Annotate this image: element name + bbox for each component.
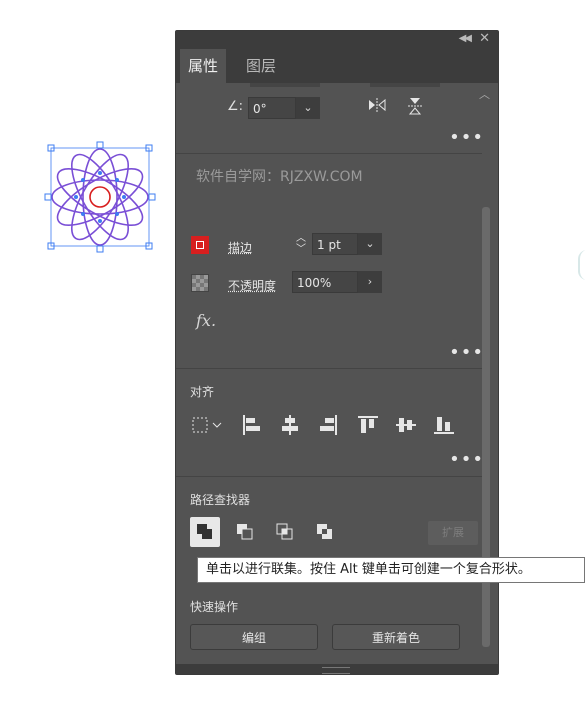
flip-vertical-icon[interactable]	[404, 97, 426, 119]
tab-layers[interactable]: 图层	[238, 49, 284, 83]
exclude-icon[interactable]	[310, 517, 340, 547]
align-bottom-icon[interactable]	[432, 413, 456, 437]
align-right-icon[interactable]	[316, 413, 340, 437]
align-left-icon[interactable]	[240, 413, 264, 437]
tab-properties[interactable]: 属性	[180, 49, 226, 83]
section-divider	[176, 153, 482, 154]
recolor-button[interactable]: 重新着色	[332, 624, 460, 650]
fx-effects-icon[interactable]: fx.	[196, 311, 216, 330]
scroll-up-icon[interactable]: ︿	[479, 86, 490, 102]
unite-icon[interactable]	[190, 517, 220, 547]
opacity-label[interactable]: 不透明度	[228, 277, 276, 294]
angle-icon: ∠:	[227, 99, 243, 114]
align-more-options[interactable]: •••	[449, 449, 484, 470]
stroke-stepper-icon[interactable]: ︿ ﹀	[292, 233, 310, 255]
section-divider	[176, 476, 482, 477]
selected-flower-artwork[interactable]	[44, 141, 156, 253]
double-chevron-left-icon[interactable]: ◀◀	[459, 33, 470, 44]
pathfinder-section-title: 路径查找器	[190, 491, 250, 508]
flip-horizontal-icon[interactable]	[366, 97, 388, 119]
transform-more-options[interactable]: •••	[449, 127, 484, 148]
quick-actions-section-title: 快速操作	[190, 598, 238, 615]
align-to-selection-icon[interactable]	[190, 413, 214, 437]
align-top-icon[interactable]	[356, 413, 380, 437]
stroke-weight-input[interactable]: 1 pt	[312, 233, 358, 255]
panel-resize-grip[interactable]	[176, 664, 498, 675]
chevron-right-icon[interactable]: ›	[358, 271, 382, 293]
close-icon[interactable]: ✕	[479, 31, 490, 46]
align-vertical-center-icon[interactable]	[394, 413, 418, 437]
watermark-text: 软件自学网：RJZXW.COM	[196, 166, 363, 186]
stroke-label[interactable]: 描边	[228, 239, 252, 256]
minus-front-icon[interactable]	[230, 517, 260, 547]
align-horizontal-center-icon[interactable]	[278, 413, 302, 437]
group-button[interactable]: 编组	[190, 624, 318, 650]
opacity-input[interactable]: 100%	[292, 271, 358, 293]
partial-input-top-left	[250, 83, 320, 87]
panel-tabbar: 属性 图层	[176, 49, 498, 83]
intersect-icon[interactable]	[270, 517, 300, 547]
opacity-swatch[interactable]	[191, 274, 209, 292]
panel-titlebar: ◀◀ ✕	[176, 31, 498, 49]
angle-input[interactable]: 0°	[248, 97, 296, 119]
partial-input-top-right	[370, 83, 440, 87]
expand-button[interactable]: 扩展	[428, 521, 478, 545]
section-divider	[176, 368, 482, 369]
unite-tooltip: 单击以进行联集。按住 Alt 键单击可创建一个复合形状。	[197, 557, 585, 583]
chevron-down-icon[interactable]: ⌄	[358, 233, 382, 255]
stroke-color-swatch[interactable]	[191, 236, 209, 254]
edge-decoration	[578, 250, 585, 280]
chevron-down-icon[interactable]: ⌄	[296, 97, 320, 119]
appearance-more-options[interactable]: •••	[449, 342, 484, 363]
align-section-title: 对齐	[190, 383, 214, 400]
